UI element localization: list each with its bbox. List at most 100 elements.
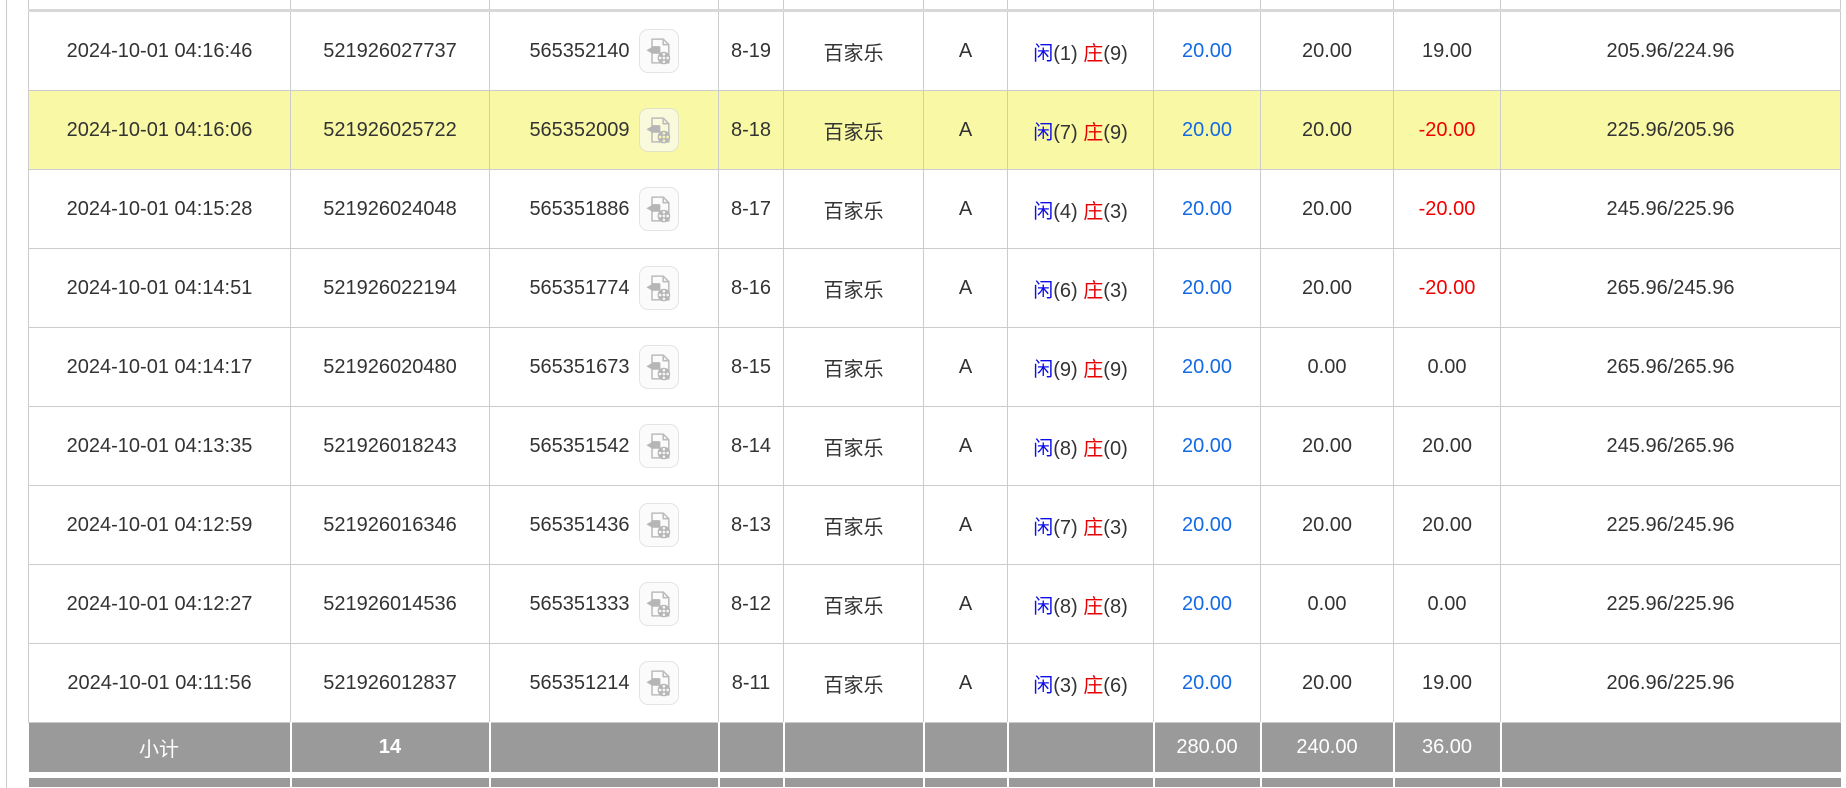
video-replay-button[interactable] [639, 266, 679, 310]
valid-bet-cell: 20.00 [1261, 91, 1394, 170]
video-id-group: 565351333 [490, 582, 718, 626]
subtotal-count: 14 [291, 723, 490, 773]
timestamp-cell: 2024-10-01 04:14:51 [29, 249, 291, 328]
game-type: 百家乐 [824, 201, 884, 223]
result-cell: 闲(8) 庄(8) [1008, 565, 1154, 644]
player-score: (3) [1053, 675, 1077, 697]
player-score: (6) [1053, 280, 1077, 302]
video-id: 565352009 [529, 119, 629, 142]
game-type: 百家乐 [824, 359, 884, 381]
subtotal-row: 小计 14 280.00 240.00 36.00 [29, 723, 1841, 773]
valid-bet: 20.00 [1302, 277, 1352, 299]
table-code-cell: A [924, 249, 1008, 328]
valid-bet-cell: 0.00 [1261, 565, 1394, 644]
bet-amount-cell: 20.00 [1154, 249, 1261, 328]
video-replay-button[interactable] [639, 661, 679, 705]
video-replay-button[interactable] [639, 424, 679, 468]
bet-amount[interactable]: 20.00 [1182, 119, 1232, 141]
total-row-partial [29, 778, 1841, 787]
bet-amount[interactable]: 20.00 [1182, 593, 1232, 615]
timestamp-cell: 2024-10-01 04:16:06 [29, 91, 291, 170]
bet-amount[interactable]: 20.00 [1182, 514, 1232, 536]
timestamp-cell: 2024-10-01 04:12:59 [29, 486, 291, 565]
valid-bet-cell: 20.00 [1261, 249, 1394, 328]
table-code: A [959, 672, 972, 694]
order-id: 521926027737 [323, 40, 456, 62]
round-number: 8-15 [731, 356, 771, 378]
bet-amount[interactable]: 20.00 [1182, 277, 1232, 299]
balance: 245.96/265.96 [1607, 435, 1735, 457]
order-id-cell: 521926016346 [291, 486, 490, 565]
video-replay-button[interactable] [639, 345, 679, 389]
win-loss: 19.00 [1422, 40, 1472, 62]
valid-bet: 0.00 [1308, 593, 1347, 615]
order-id-cell: 521926018243 [291, 407, 490, 486]
order-id: 521926012837 [323, 672, 456, 694]
win-loss-cell: -20.00 [1394, 249, 1501, 328]
bet-amount[interactable]: 20.00 [1182, 356, 1232, 378]
order-id-cell: 521926024048 [291, 170, 490, 249]
valid-bet-cell: 20.00 [1261, 407, 1394, 486]
table-code-cell: A [924, 170, 1008, 249]
balance: 206.96/225.96 [1607, 672, 1735, 694]
result-cell: 闲(8) 庄(0) [1008, 407, 1154, 486]
bet-amount[interactable]: 20.00 [1182, 435, 1232, 457]
table-body: 2024-10-01 04:16:46 521926027737 5653521… [29, 0, 1841, 787]
table-row: 2024-10-01 04:16:46 521926027737 5653521… [29, 11, 1841, 91]
balance-cell: 206.96/225.96 [1501, 644, 1841, 723]
balance-cell: 245.96/225.96 [1501, 170, 1841, 249]
video-id: 565351214 [529, 672, 629, 695]
video-replay-button[interactable] [639, 187, 679, 231]
valid-bet: 20.00 [1302, 198, 1352, 220]
player-label: 闲 [1033, 280, 1053, 302]
table-code: A [959, 40, 972, 62]
result-cell: 闲(4) 庄(3) [1008, 170, 1154, 249]
video-replay-button[interactable] [639, 582, 679, 626]
round-number: 8-11 [732, 672, 771, 694]
valid-bet: 20.00 [1302, 435, 1352, 457]
bet-amount[interactable]: 20.00 [1182, 40, 1232, 62]
valid-bet: 0.00 [1308, 356, 1347, 378]
bet-timestamp: 2024-10-01 04:14:17 [67, 356, 253, 378]
banker-score: (3) [1103, 517, 1127, 539]
table-code-cell: A [924, 91, 1008, 170]
table-row: 2024-10-01 04:12:59 521926016346 5653514… [29, 486, 1841, 565]
banker-score: (6) [1103, 675, 1127, 697]
video-replay-button[interactable] [639, 503, 679, 547]
bet-timestamp: 2024-10-01 04:12:27 [67, 593, 253, 615]
subtotal-valid-bet: 240.00 [1261, 723, 1394, 773]
game-type: 百家乐 [824, 280, 884, 302]
video-id: 565351542 [529, 435, 629, 458]
game-type: 百家乐 [824, 122, 884, 144]
bet-amount-cell: 20.00 [1154, 565, 1261, 644]
bet-records-table: 2024-10-01 04:16:46 521926027737 5653521… [28, 0, 1841, 787]
video-replay-button[interactable] [639, 29, 679, 73]
round-number: 8-12 [731, 593, 771, 615]
bet-amount[interactable]: 20.00 [1182, 198, 1232, 220]
player-score: (9) [1053, 359, 1077, 381]
win-loss: 0.00 [1428, 356, 1467, 378]
round-cell: 8-16 [719, 249, 784, 328]
player-label: 闲 [1033, 201, 1053, 223]
bet-timestamp: 2024-10-01 04:11:56 [67, 672, 251, 694]
balance-cell: 225.96/225.96 [1501, 565, 1841, 644]
game-type: 百家乐 [824, 596, 884, 618]
order-id: 521926018243 [323, 435, 456, 457]
video-replay-button[interactable] [639, 108, 679, 152]
valid-bet-cell: 20.00 [1261, 644, 1394, 723]
result-cell: 闲(7) 庄(9) [1008, 91, 1154, 170]
balance-cell: 225.96/245.96 [1501, 486, 1841, 565]
round-number: 8-17 [731, 198, 771, 220]
banker-score: (3) [1103, 280, 1127, 302]
valid-bet: 20.00 [1302, 119, 1352, 141]
win-loss-cell: 20.00 [1394, 486, 1501, 565]
round-cell: 8-19 [719, 11, 784, 91]
timestamp-cell: 2024-10-01 04:12:27 [29, 565, 291, 644]
bet-amount-cell: 20.00 [1154, 407, 1261, 486]
bet-amount[interactable]: 20.00 [1182, 672, 1232, 694]
balance-cell: 265.96/265.96 [1501, 328, 1841, 407]
balance-cell: 205.96/224.96 [1501, 11, 1841, 91]
win-loss-cell: 0.00 [1394, 565, 1501, 644]
player-label: 闲 [1033, 122, 1053, 144]
banker-label: 庄 [1083, 43, 1103, 65]
